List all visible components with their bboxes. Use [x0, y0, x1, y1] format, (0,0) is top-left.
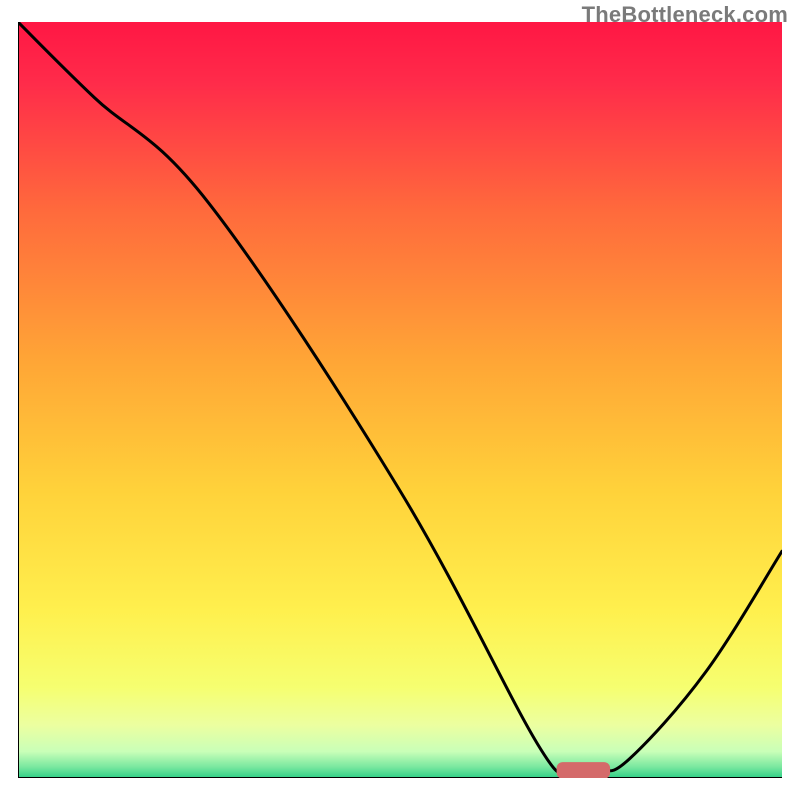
optimum-marker [557, 762, 610, 778]
bottleneck-chart [18, 22, 782, 778]
gradient-background [18, 22, 782, 778]
